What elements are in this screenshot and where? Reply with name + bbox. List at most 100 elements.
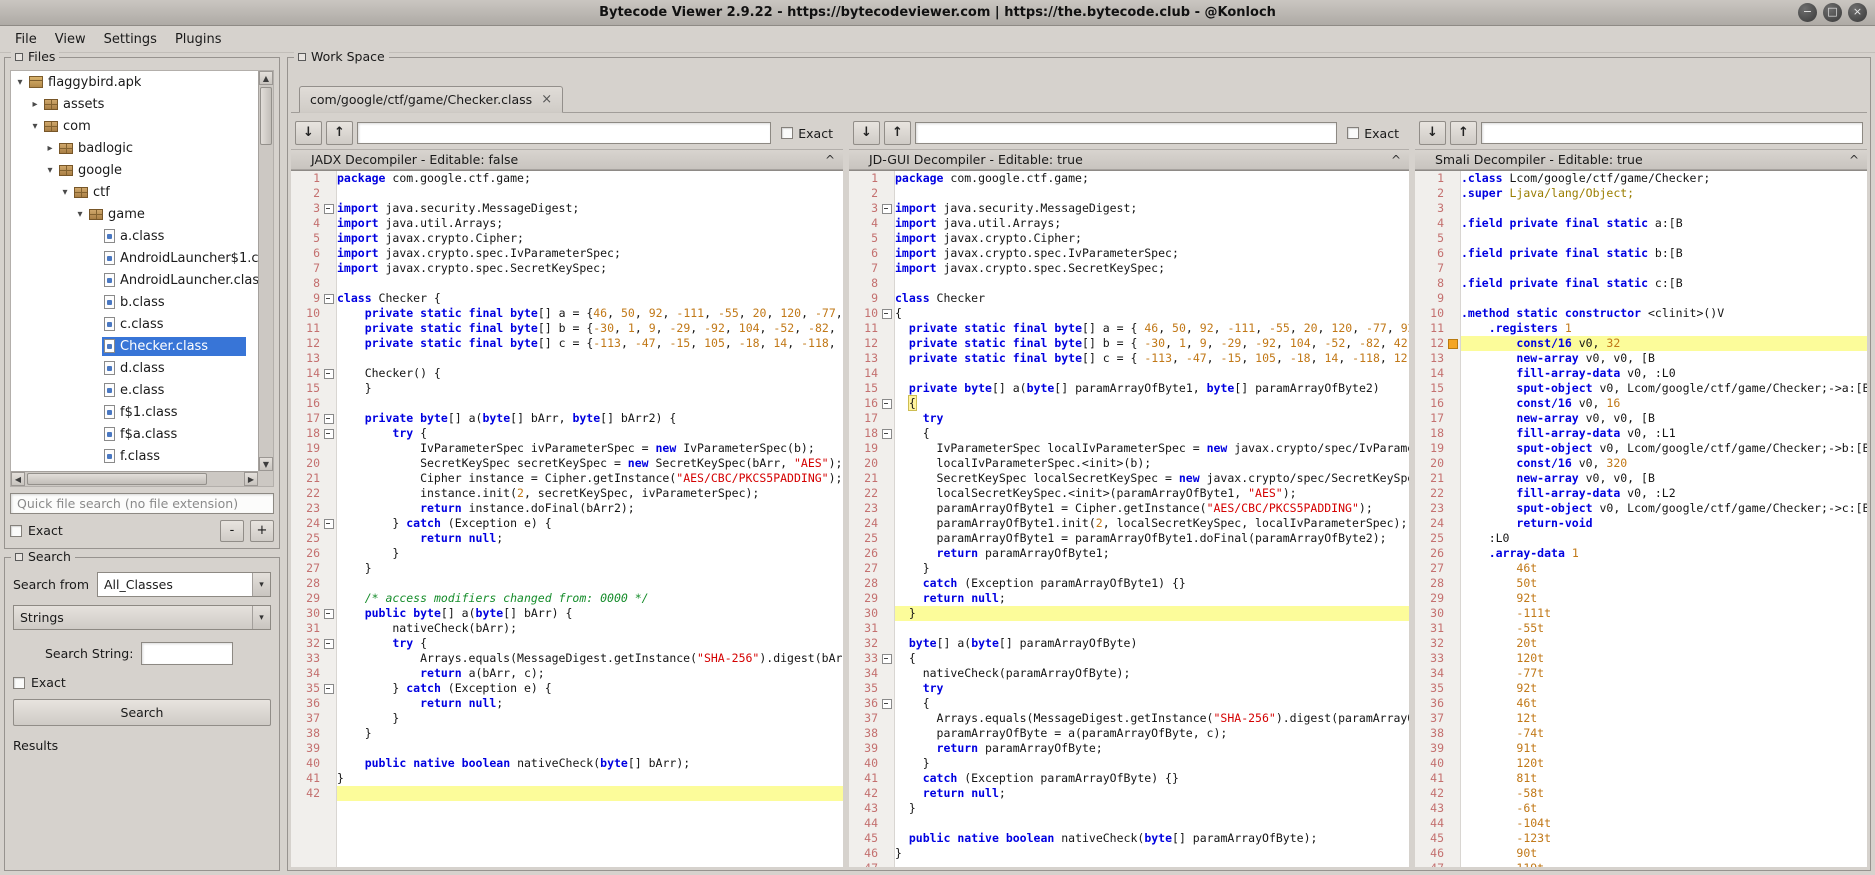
fold-icon[interactable]	[881, 696, 894, 711]
collapsed-arrow-icon[interactable]: ▸	[43, 143, 57, 154]
vertical-scrollbar[interactable]: ▲ ▼	[258, 71, 273, 471]
exact-checkbox[interactable]	[781, 127, 793, 139]
maximize-icon[interactable]: □	[1823, 3, 1842, 22]
chevron-down-icon[interactable]: ▾	[252, 573, 270, 596]
collapse-pane-button[interactable]: ^	[1849, 153, 1859, 167]
pane-search-input[interactable]	[1481, 122, 1863, 144]
line-number: 25	[849, 531, 881, 546]
line-number: 44	[849, 816, 881, 831]
chevron-down-icon[interactable]: ▾	[252, 606, 270, 629]
window-controls: − □ ×	[1798, 3, 1867, 22]
line-number: 47	[1415, 861, 1447, 867]
fold-icon[interactable]	[323, 291, 336, 306]
tree-item-badlogic[interactable]: ▸badlogic	[11, 137, 258, 159]
fold-icon[interactable]	[323, 426, 336, 441]
menu-file[interactable]: File	[6, 29, 46, 50]
code-editor[interactable]: .class Lcom/google/ctf/game/Checker;.sup…	[1461, 171, 1867, 867]
code-line: private static final byte[] b = {-30, 1,…	[337, 321, 843, 336]
tree-item-a.class[interactable]: a.class	[11, 225, 258, 247]
line-number: 26	[291, 546, 323, 561]
fold-icon[interactable]	[881, 651, 894, 666]
tree-item-f$a.class[interactable]: f$a.class	[11, 423, 258, 445]
search-next-button[interactable]: ↓	[1419, 121, 1446, 145]
fold-icon[interactable]	[881, 306, 894, 321]
search-prev-button[interactable]: ↑	[884, 121, 911, 145]
exact-label: Exact	[28, 523, 63, 538]
search-string-input[interactable]	[141, 642, 233, 665]
pane-search-input[interactable]	[357, 122, 771, 144]
tree-item-google[interactable]: ▾google	[11, 159, 258, 181]
fold-icon[interactable]	[323, 366, 336, 381]
search-type-select[interactable]: Strings ▾	[13, 605, 271, 630]
search-next-button[interactable]: ↓	[853, 121, 880, 145]
class-icon	[104, 449, 115, 463]
collapse-pane-button[interactable]: ^	[1391, 153, 1401, 167]
tree-item-b.class[interactable]: b.class	[11, 291, 258, 313]
close-tab-icon[interactable]: ×	[541, 93, 552, 106]
collapse-pane-button[interactable]: ^	[825, 153, 835, 167]
line-number: 24	[1415, 516, 1447, 531]
code-editor[interactable]: package com.google.ctf.game;import java.…	[895, 171, 1409, 867]
menu-view[interactable]: View	[46, 29, 95, 50]
scroll-up-icon[interactable]: ▲	[259, 71, 273, 85]
collapsed-arrow-icon[interactable]: ▸	[28, 99, 42, 110]
tree-item-ctf[interactable]: ▾ctf	[11, 181, 258, 203]
tree-item-c.class[interactable]: c.class	[11, 313, 258, 335]
tree-item-flaggybird.apk[interactable]: ▾flaggybird.apk	[11, 71, 258, 93]
tree-item-androidlauncher.clas[interactable]: AndroidLauncher.clas	[11, 269, 258, 291]
fold-icon[interactable]	[323, 681, 336, 696]
code-line: 46t	[1461, 696, 1867, 711]
fold-icon[interactable]	[323, 606, 336, 621]
code-line: -104t	[1461, 816, 1867, 831]
fold-icon[interactable]	[881, 396, 894, 411]
tree-item-checker.class[interactable]: Checker.class	[11, 335, 258, 357]
tree-item-game[interactable]: ▾game	[11, 203, 258, 225]
menu-settings[interactable]: Settings	[95, 29, 166, 50]
fold-icon[interactable]	[881, 201, 894, 216]
tree-item-com[interactable]: ▾com	[11, 115, 258, 137]
scrollbar-thumb[interactable]	[27, 473, 207, 485]
code-editor[interactable]: package com.google.ctf.game;import java.…	[337, 171, 843, 867]
scrollbar-thumb[interactable]	[260, 87, 272, 145]
tree-item-e.class[interactable]: e.class	[11, 379, 258, 401]
tree-item-f$1.class[interactable]: f$1.class	[11, 401, 258, 423]
quick-file-search-input[interactable]	[10, 493, 274, 514]
close-icon[interactable]: ×	[1848, 3, 1867, 22]
window-title: Bytecode Viewer 2.9.22 - https://bytecod…	[599, 5, 1276, 20]
expanded-arrow-icon[interactable]: ▾	[43, 165, 57, 176]
fold-icon[interactable]	[323, 516, 336, 531]
tree-item-androidlauncher$1.c[interactable]: AndroidLauncher$1.c	[11, 247, 258, 269]
tree-item-f.class[interactable]: f.class	[11, 445, 258, 467]
fold-icon[interactable]	[323, 201, 336, 216]
expanded-arrow-icon[interactable]: ▾	[58, 187, 72, 198]
fold-icon[interactable]	[323, 636, 336, 651]
exact-checkbox[interactable]	[10, 525, 22, 537]
search-from-select[interactable]: All_Classes ▾	[97, 572, 271, 597]
code-line: return null;	[337, 531, 843, 546]
search-next-button[interactable]: ↓	[295, 121, 322, 145]
font-decrease-button[interactable]: -	[220, 520, 244, 542]
tree-item-assets[interactable]: ▸assets	[11, 93, 258, 115]
expanded-arrow-icon[interactable]: ▾	[13, 77, 27, 88]
tree-item-d.class[interactable]: d.class	[11, 357, 258, 379]
font-increase-button[interactable]: +	[250, 520, 274, 542]
search-prev-button[interactable]: ↑	[1450, 121, 1477, 145]
fold-icon[interactable]	[881, 426, 894, 441]
horizontal-scrollbar[interactable]: ◀ ▶	[11, 471, 258, 486]
minimize-icon[interactable]: −	[1798, 3, 1817, 22]
fold-icon[interactable]	[323, 411, 336, 426]
exact-checkbox[interactable]	[13, 677, 25, 689]
search-button[interactable]: Search	[13, 699, 271, 726]
expanded-arrow-icon[interactable]: ▾	[73, 209, 87, 220]
pane-search-input[interactable]	[915, 122, 1337, 144]
scroll-right-icon[interactable]: ▶	[244, 472, 258, 486]
scroll-left-icon[interactable]: ◀	[11, 472, 25, 486]
tab-checker-class[interactable]: com/google/ctf/game/Checker.class ×	[299, 86, 563, 113]
scroll-down-icon[interactable]: ▼	[259, 457, 273, 471]
search-prev-button[interactable]: ↑	[326, 121, 353, 145]
exact-label: Exact	[798, 126, 833, 141]
expanded-arrow-icon[interactable]: ▾	[28, 121, 42, 132]
menu-plugins[interactable]: Plugins	[166, 29, 231, 50]
code-line: const/16 v0, 16	[1461, 396, 1867, 411]
exact-checkbox[interactable]	[1347, 127, 1359, 139]
